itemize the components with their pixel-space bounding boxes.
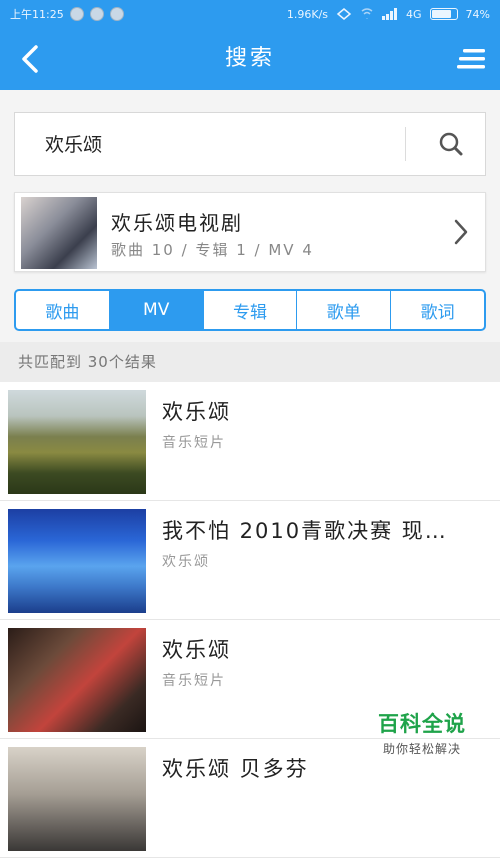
video-thumbnail [8,628,146,732]
nav-bar: 搜索 [0,28,500,90]
page-title: 搜索 [224,46,275,71]
item-subtitle: 欢乐颂 [162,554,210,570]
search-button[interactable] [417,113,485,175]
wifi-off-icon [361,8,373,19]
battery-icon [429,8,458,20]
item-title: 欢乐颂 [162,638,231,662]
network-speed: 1.96K/s [286,7,329,21]
watermark-title: 百科全说 [378,712,466,736]
results-list: 欢乐颂 音乐短片 我不怕 2010青歌决赛 现… 欢乐颂 欢乐颂 音乐短片 欢乐… [0,382,500,858]
artist-title: 欢乐颂电视剧 [111,211,243,235]
tab-lyrics[interactable]: 歌词 [390,291,484,329]
item-title: 我不怕 2010青歌决赛 现… [162,519,448,543]
watermark-subtitle: 助你轻松解决 [382,742,461,756]
status-left: 上午11:25 [10,6,124,22]
notification-icon [69,7,84,21]
item-subtitle: 音乐短片 [162,673,226,689]
menu-button[interactable] [454,42,488,76]
result-tabs: 歌曲 MV 专辑 歌单 歌词 [14,289,486,331]
artist-thumbnail [21,197,97,269]
video-thumbnail [8,747,146,851]
main-content: 欢乐颂电视剧 歌曲 10 / 专辑 1 / MV 4 歌曲 MV 专辑 歌单 歌… [0,90,500,858]
item-title: 欢乐颂 [162,400,231,424]
menu-icon [457,49,485,69]
artist-card[interactable]: 欢乐颂电视剧 歌曲 10 / 专辑 1 / MV 4 [14,192,486,272]
search-icon [439,132,463,156]
search-input[interactable] [43,113,397,177]
status-bar: 上午11:25 1.96K/s 4G 74% [0,0,500,28]
item-subtitle: 音乐短片 [162,435,226,451]
chevron-right-icon [454,219,468,245]
status-time: 上午11:25 [10,8,64,21]
search-divider [405,127,406,161]
tab-playlists[interactable]: 歌单 [296,291,390,329]
tab-mv[interactable]: MV [108,291,203,329]
result-count: 共匹配到 30个结果 [0,342,500,382]
signal-icon [382,8,398,20]
search-bar [14,112,486,177]
video-thumbnail [8,509,146,613]
notification-icon [109,7,124,21]
vpn-icon [336,8,352,20]
video-thumbnail [8,390,146,494]
signal-type: 4G [406,7,422,21]
notification-icon [89,7,104,21]
battery-percent: 74% [465,7,490,21]
status-right: 1.96K/s 4G 74% [287,7,490,21]
tab-songs[interactable]: 歌曲 [16,291,109,329]
list-item[interactable]: 我不怕 2010青歌决赛 现… 欢乐颂 [0,501,500,620]
tab-albums[interactable]: 专辑 [202,291,297,329]
artist-stats: 歌曲 10 / 专辑 1 / MV 4 [111,241,314,259]
list-item[interactable]: 欢乐颂 音乐短片 [0,382,500,501]
watermark: 百科全说 助你轻松解决 [362,708,482,762]
